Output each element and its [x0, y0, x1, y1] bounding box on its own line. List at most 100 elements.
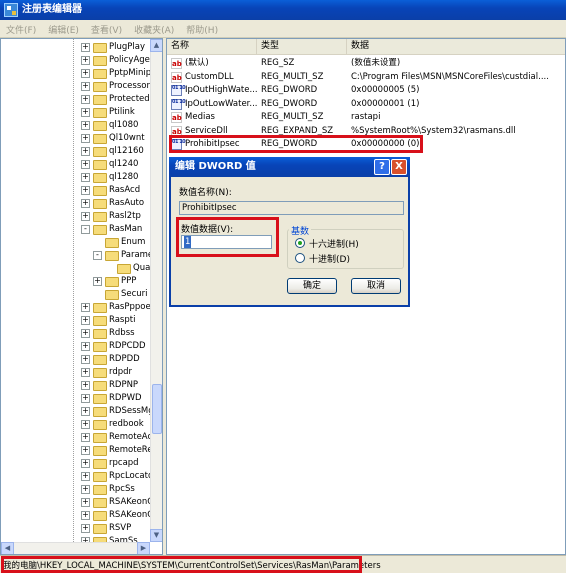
expand-icon[interactable]: +	[81, 355, 90, 364]
tree-item[interactable]: + RDPWD	[1, 392, 150, 405]
column-header-data[interactable]: 数据	[347, 39, 565, 54]
tree-item[interactable]: + PPP	[1, 275, 150, 288]
tree-item[interactable]: + ql12160	[1, 145, 150, 158]
radio-hex-label[interactable]: 十六进制(H)	[309, 237, 359, 250]
expand-icon[interactable]: +	[81, 394, 90, 403]
tree-item[interactable]: + rdpdr	[1, 366, 150, 379]
radio-hex[interactable]	[295, 238, 305, 248]
tree-item[interactable]: - Parame	[1, 249, 153, 262]
menu-help[interactable]: 帮助(H)	[180, 20, 224, 36]
expand-icon[interactable]: +	[81, 381, 90, 390]
list-item[interactable]: ab CustomDLL REG_MULTI_SZ C:\Program Files\…	[167, 71, 565, 84]
collapse-icon[interactable]: -	[81, 225, 90, 234]
tree-item[interactable]: Securi	[1, 288, 150, 301]
expand-icon[interactable]: +	[81, 160, 90, 169]
tree-item[interactable]: + Ql10wnt	[1, 132, 150, 145]
list-item[interactable]: ab Medias REG_MULTI_SZ rastapi	[167, 111, 565, 124]
expand-icon[interactable]: +	[81, 420, 90, 429]
menu-favorites[interactable]: 收藏夹(A)	[128, 20, 180, 36]
scroll-right-arrow-icon[interactable]: ▶	[137, 542, 150, 554]
expand-icon[interactable]: +	[81, 342, 90, 351]
expand-icon[interactable]: +	[81, 472, 90, 481]
expand-icon[interactable]: +	[81, 173, 90, 182]
scroll-left-arrow-icon[interactable]: ◀	[1, 542, 14, 554]
tree-item[interactable]: + Raspti	[1, 314, 150, 327]
tree-item[interactable]: + RDPDD	[1, 353, 150, 366]
menu-file[interactable]: 文件(F)	[0, 20, 42, 36]
expand-icon[interactable]: +	[81, 446, 90, 455]
tree-item[interactable]: + Rasl2tp	[1, 210, 150, 223]
expand-icon[interactable]: +	[81, 69, 90, 78]
expand-icon[interactable]: +	[81, 95, 90, 104]
tree-item[interactable]: + PptpMinipo	[1, 67, 156, 80]
tree-item[interactable]: Enum	[1, 236, 150, 249]
tree-item[interactable]: + Rdbss	[1, 327, 150, 340]
scroll-down-arrow-icon[interactable]: ▼	[150, 529, 162, 542]
close-button[interactable]: X	[391, 159, 407, 175]
expand-icon[interactable]: +	[81, 524, 90, 533]
tree-item[interactable]: + PolicyAger	[1, 54, 153, 67]
tree-scroll-thumb[interactable]	[152, 384, 162, 434]
expand-icon[interactable]: +	[81, 407, 90, 416]
cancel-button[interactable]: 取消	[351, 278, 401, 294]
tree-item[interactable]: + ql1280	[1, 171, 150, 184]
tree-item[interactable]: + RemoteRegi	[1, 444, 160, 457]
expand-icon[interactable]: +	[81, 368, 90, 377]
expand-icon[interactable]: +	[81, 316, 90, 325]
tree-item[interactable]: + RSVP	[1, 522, 150, 535]
column-header-type[interactable]: 类型	[257, 39, 347, 54]
tree-item[interactable]: + RDPNP	[1, 379, 150, 392]
expand-icon[interactable]: +	[81, 212, 90, 221]
tree-item[interactable]: + Processor	[1, 80, 150, 93]
scroll-up-arrow-icon[interactable]: ▲	[150, 39, 162, 52]
expand-icon[interactable]: +	[81, 43, 90, 52]
tree-item[interactable]: + RemoteAcce	[1, 431, 162, 444]
radio-dec[interactable]	[295, 253, 305, 263]
tree-item[interactable]: + RDPCDD	[1, 340, 150, 353]
expand-icon[interactable]: +	[81, 498, 90, 507]
tree-item[interactable]: + RasAcd	[1, 184, 150, 197]
tree-item[interactable]: + ql1080	[1, 119, 150, 132]
expand-icon[interactable]: +	[93, 277, 102, 286]
tree-item[interactable]: + ProtectedS	[1, 93, 155, 106]
expand-icon[interactable]: +	[81, 303, 90, 312]
tree-item[interactable]: + RDSessMgr	[1, 405, 157, 418]
expand-icon[interactable]: +	[81, 82, 90, 91]
menu-view[interactable]: 查看(V)	[85, 20, 128, 36]
tree-item[interactable]: Qua	[1, 262, 150, 275]
tree-item[interactable]: + RpcLocator	[1, 470, 157, 483]
expand-icon[interactable]: +	[81, 329, 90, 338]
expand-icon[interactable]: +	[81, 433, 90, 442]
help-button[interactable]: ?	[374, 159, 390, 175]
tree-item[interactable]: + Ptilink	[1, 106, 150, 119]
ok-button[interactable]: 确定	[287, 278, 337, 294]
expand-icon[interactable]: +	[81, 511, 90, 520]
collapse-icon[interactable]: -	[93, 251, 102, 260]
tree-item[interactable]: + RasAuto	[1, 197, 150, 210]
tree-item[interactable]: + RSAKeonCAE	[1, 496, 162, 509]
tree-vertical-scrollbar[interactable]	[150, 39, 162, 542]
radio-dec-label[interactable]: 十进制(D)	[309, 252, 350, 265]
list-item[interactable]: ab (默认) REG_SZ (数值未设置)	[167, 57, 565, 70]
tree-item[interactable]: + RSAKeonCAV	[1, 509, 162, 522]
expand-icon[interactable]: +	[81, 147, 90, 156]
tree-item[interactable]: - RasMan	[1, 223, 150, 236]
expand-icon[interactable]: +	[81, 485, 90, 494]
tree-item[interactable]: + PlugPlay	[1, 41, 150, 54]
expand-icon[interactable]: +	[81, 459, 90, 468]
list-item[interactable]: 01 10 IpOutLowWater... REG_DWORD 0x00000001…	[167, 98, 565, 111]
tree-item[interactable]: + RpcSs	[1, 483, 150, 496]
list-item[interactable]: 01 10 IpOutHighWate... REG_DWORD 0x00000005…	[167, 84, 565, 97]
expand-icon[interactable]: +	[81, 134, 90, 143]
tree-item[interactable]: + ql1240	[1, 158, 150, 171]
tree-item[interactable]: + redbook	[1, 418, 150, 431]
tree-item[interactable]: + RasPppoe	[1, 301, 151, 314]
registry-tree[interactable]: + PlugPlay + PolicyAger + PptpMinipo + Processo…	[0, 38, 163, 555]
column-header-name[interactable]: 名称	[167, 39, 257, 54]
tree-horizontal-scrollbar[interactable]	[1, 542, 150, 554]
menu-edit[interactable]: 编辑(E)	[42, 20, 85, 36]
expand-icon[interactable]: +	[81, 199, 90, 208]
expand-icon[interactable]: +	[81, 121, 90, 130]
expand-icon[interactable]: +	[81, 56, 90, 65]
expand-icon[interactable]: +	[81, 186, 90, 195]
